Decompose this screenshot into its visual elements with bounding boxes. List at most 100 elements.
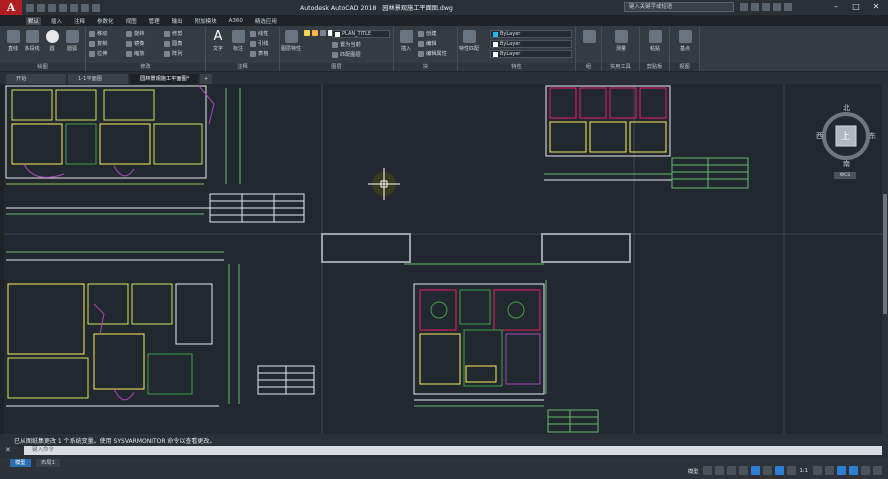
model-space-label[interactable]: 模型: [688, 467, 699, 475]
layer-dropdown[interactable]: PLAN_TITLE: [332, 30, 390, 38]
scroll-thumb[interactable]: [883, 194, 887, 314]
scale-label[interactable]: 1:1: [799, 468, 808, 474]
drawing-canvas[interactable]: 北 南 东 西 上 WCS: [4, 84, 882, 434]
viewcube[interactable]: 北 南 东 西 上 WCS: [816, 102, 876, 182]
measure-button[interactable]: 测量: [612, 30, 630, 52]
new-tab-button[interactable]: +: [200, 74, 212, 84]
text-button[interactable]: A 文字: [209, 30, 227, 52]
stretch-button[interactable]: 拉伸: [89, 50, 107, 57]
color-dropdown[interactable]: ByLayer: [490, 30, 572, 38]
layers-panel-title[interactable]: 图层: [280, 63, 393, 71]
ortho-icon[interactable]: [727, 466, 737, 475]
draw-panel-title[interactable]: 绘图: [0, 63, 85, 71]
workspace-gear-icon[interactable]: [813, 466, 822, 475]
hardware-accel-icon[interactable]: [849, 466, 858, 475]
table-button[interactable]: 表格: [250, 50, 268, 57]
otrack-icon[interactable]: [763, 466, 773, 475]
tab-home[interactable]: 默认: [26, 16, 42, 25]
block-panel-title[interactable]: 块: [394, 63, 457, 71]
compass-north[interactable]: 北: [843, 103, 850, 113]
polar-icon[interactable]: [739, 466, 749, 475]
polyline-button[interactable]: 多段线: [23, 30, 41, 52]
create-block-button[interactable]: 创建: [418, 30, 436, 37]
copy-button[interactable]: 复制: [89, 40, 107, 47]
linetype-dropdown[interactable]: ByLayer: [490, 40, 572, 48]
tab-manage[interactable]: 管理: [147, 17, 162, 25]
properties-panel-title[interactable]: 特性: [458, 63, 575, 71]
annotation-panel-title[interactable]: 注释: [206, 63, 279, 71]
rotate-button[interactable]: 旋转: [126, 30, 144, 37]
layout-tab-layout1[interactable]: 布局1: [36, 459, 60, 467]
leader-button[interactable]: 引线: [250, 40, 268, 47]
undo-icon[interactable]: [81, 3, 89, 12]
redo-icon[interactable]: [92, 3, 100, 12]
tab-a360[interactable]: A360: [227, 18, 245, 24]
modify-panel-title[interactable]: 修改: [86, 63, 205, 71]
edit-block-button[interactable]: 编辑: [418, 40, 436, 47]
line-button[interactable]: 直线: [4, 30, 22, 52]
minimize-icon[interactable]: –: [826, 1, 846, 14]
make-current-button[interactable]: 置为当前: [332, 41, 361, 48]
exchange-icon[interactable]: [773, 3, 781, 11]
osnap-icon[interactable]: [751, 466, 761, 475]
move-button[interactable]: 移动: [89, 30, 107, 37]
save-icon[interactable]: [48, 3, 56, 12]
scale-button[interactable]: 缩放: [126, 50, 144, 57]
clipboard-panel-title[interactable]: 剪贴板: [640, 63, 669, 71]
doc-tab-start[interactable]: 开始: [6, 74, 66, 84]
customize-icon[interactable]: [873, 466, 882, 475]
lineweight-dropdown[interactable]: ByLayer: [490, 50, 572, 58]
insert-button[interactable]: 插入: [397, 30, 415, 52]
annotation-icon[interactable]: [787, 466, 797, 475]
trim-button[interactable]: 修剪: [164, 30, 182, 37]
isolate-icon[interactable]: [837, 466, 846, 475]
wcs-menu[interactable]: WCS: [834, 172, 856, 179]
lineweight-icon[interactable]: [775, 466, 785, 475]
open-icon[interactable]: [37, 3, 45, 12]
paste-button[interactable]: 粘贴: [646, 30, 664, 52]
cart-icon[interactable]: [762, 3, 770, 11]
layer-properties-button[interactable]: 图层特性: [281, 30, 301, 52]
layout-tab-model[interactable]: 模型: [10, 459, 31, 467]
groups-panel-title[interactable]: 组: [576, 63, 601, 71]
compass-south[interactable]: 南: [843, 159, 850, 169]
clean-screen-icon[interactable]: [861, 466, 870, 475]
tab-output[interactable]: 输出: [170, 17, 185, 25]
save-as-icon[interactable]: [59, 3, 67, 12]
fillet-button[interactable]: 圆角: [164, 40, 182, 47]
new-icon[interactable]: [26, 3, 34, 12]
tab-addins[interactable]: 附加模块: [193, 17, 219, 25]
autocad-logo[interactable]: A: [0, 0, 22, 15]
doc-tab-plan[interactable]: 1-1平面图: [68, 74, 128, 84]
view-panel-title[interactable]: 视图: [670, 63, 699, 71]
viewcube-top-face[interactable]: 上: [841, 129, 850, 142]
user-icon[interactable]: [751, 3, 759, 11]
match-layer-button[interactable]: 匹配图层: [332, 51, 361, 58]
tab-featured[interactable]: 精选应用: [253, 17, 279, 25]
help-icon[interactable]: [784, 3, 792, 11]
edit-attrib-button[interactable]: 编辑属性: [418, 50, 447, 57]
vertical-scrollbar[interactable]: [882, 84, 888, 434]
group-button[interactable]: [580, 30, 598, 45]
plot-icon[interactable]: [70, 3, 78, 12]
tab-view[interactable]: 视图: [124, 17, 139, 25]
plus-icon[interactable]: [825, 466, 834, 475]
maximize-icon[interactable]: □: [846, 1, 866, 14]
search-icon[interactable]: [740, 3, 748, 11]
grid-icon[interactable]: [703, 466, 713, 475]
snap-icon[interactable]: [715, 466, 725, 475]
doc-tab-current[interactable]: 园林景观施工平面图*: [130, 74, 198, 84]
arc-button[interactable]: 圆弧: [63, 30, 81, 52]
utilities-panel-title[interactable]: 实用工具: [602, 63, 639, 71]
linear-button[interactable]: 线性: [250, 30, 268, 37]
command-input[interactable]: 键入命令: [24, 446, 882, 455]
layer-state-icons[interactable]: [304, 30, 334, 36]
array-button[interactable]: 阵列: [164, 50, 182, 57]
tab-insert[interactable]: 插入: [49, 17, 64, 25]
circle-button[interactable]: 圆: [43, 30, 61, 52]
compass-west[interactable]: 西: [816, 131, 823, 141]
match-properties-button[interactable]: 特性匹配: [459, 30, 479, 52]
dimension-button[interactable]: 标注: [229, 30, 247, 52]
tab-parametric[interactable]: 参数化: [95, 17, 116, 25]
tab-annotate[interactable]: 注释: [72, 17, 87, 25]
